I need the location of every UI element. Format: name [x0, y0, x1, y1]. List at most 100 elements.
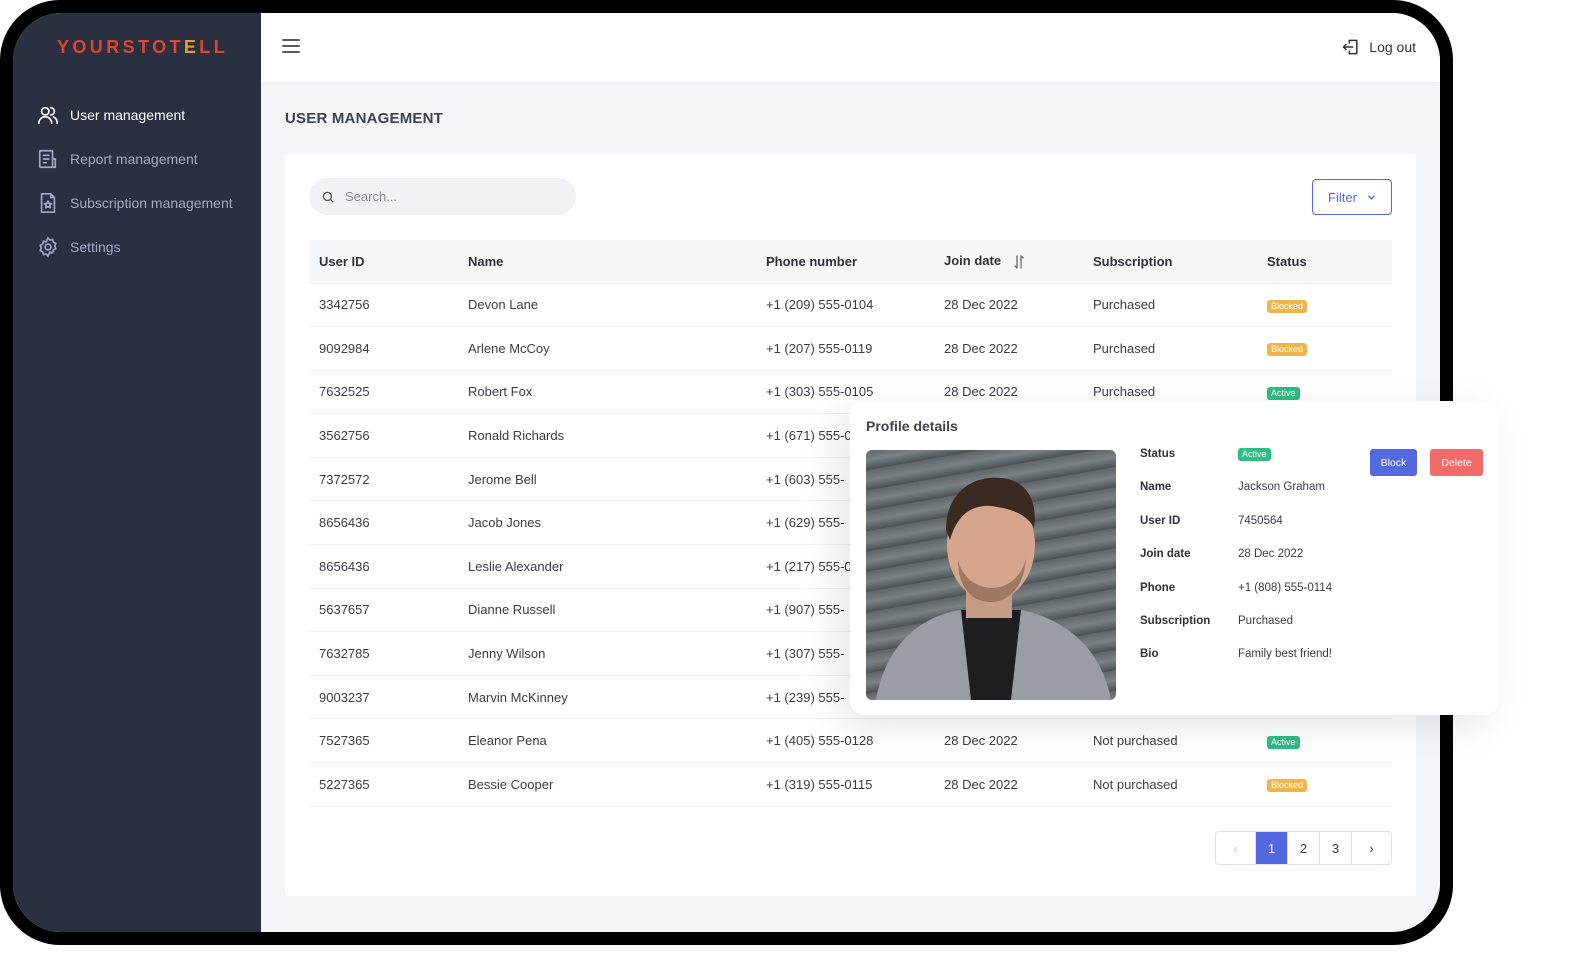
profile-photo	[866, 450, 1116, 700]
person-photo-icon	[876, 477, 1111, 700]
profile-title: Profile details	[866, 418, 958, 434]
cell-name: Jacob Jones	[458, 500, 756, 545]
next-page-button[interactable]: ›	[1352, 832, 1391, 864]
prev-page-button[interactable]: ‹	[1216, 832, 1256, 864]
sidebar-item-label: Subscription management	[70, 195, 233, 211]
search-box	[309, 178, 576, 215]
profile-field-subscription: Subscription Purchased	[1140, 614, 1293, 627]
cell-user-id: 3562756	[309, 413, 458, 458]
sidebar-item-settings[interactable]: Settings	[37, 225, 261, 269]
cell-subscription: Purchased	[1083, 326, 1257, 371]
cell-phone: +1 (207) 555-0119	[756, 326, 934, 371]
header-phone: Phone number	[756, 240, 934, 283]
page-1-button[interactable]: 1	[1256, 832, 1288, 864]
cell-subscription: Purchased	[1083, 282, 1257, 327]
header-join-date[interactable]: Join date	[934, 240, 1083, 283]
delete-button[interactable]: Delete	[1430, 449, 1483, 476]
header-user-id: User ID	[309, 240, 458, 283]
report-icon	[37, 148, 59, 170]
table-header-row: User ID Name Phone number Join date Subs…	[309, 240, 1392, 283]
cell-user-id: 8656436	[309, 500, 458, 545]
sidebar-nav: User management Report management Subscr…	[37, 93, 261, 269]
sidebar-item-label: Settings	[70, 239, 121, 255]
cell-user-id: 7632785	[309, 631, 458, 676]
profile-field-status: Status Active	[1140, 448, 1332, 481]
cell-phone: +1 (319) 555-0115	[756, 762, 934, 807]
cell-phone: +1 (209) 555-0104	[756, 282, 934, 327]
cell-status: Blocked	[1257, 762, 1392, 807]
cell-name: Eleanor Pena	[458, 718, 756, 763]
profile-details-popup: Profile details Status Active Name Jacks…	[850, 401, 1498, 715]
cell-user-id: 7527365	[309, 718, 458, 763]
cell-user-id: 9003237	[309, 674, 458, 719]
cell-join-date: 28 Dec 2022	[934, 282, 1083, 327]
gear-icon	[37, 236, 59, 258]
logout-button[interactable]: Log out	[1341, 37, 1416, 57]
cell-status: Blocked	[1257, 326, 1392, 371]
cell-subscription: Not purchased	[1083, 762, 1257, 807]
sidebar: YOURSTOTELL User management Report manag…	[13, 13, 261, 932]
cell-status: Active	[1257, 718, 1392, 763]
profile-field-name: Name Jackson Graham	[1140, 481, 1325, 494]
page-3-button[interactable]: 3	[1320, 832, 1352, 864]
users-icon	[37, 104, 59, 126]
cell-user-id: 7632525	[309, 369, 458, 414]
cell-join-date: 28 Dec 2022	[934, 326, 1083, 371]
logout-label: Log out	[1369, 39, 1416, 55]
search-input[interactable]	[345, 189, 545, 204]
header-subscription: Subscription	[1083, 240, 1257, 283]
cell-user-id: 8656436	[309, 544, 458, 589]
cell-name: Arlene McCoy	[458, 326, 756, 371]
table-row[interactable]: 9092984 Arlene McCoy +1 (207) 555-0119 28 D…	[309, 326, 1392, 371]
cell-name: Marvin McKinney	[458, 674, 756, 719]
filter-label: Filter	[1328, 189, 1357, 205]
page-title: USER MANAGEMENT	[285, 110, 444, 127]
cell-status: Blocked	[1257, 282, 1392, 327]
cell-name: Dianne Russell	[458, 587, 756, 632]
cell-name: Robert Fox	[458, 369, 756, 414]
sidebar-item-report-management[interactable]: Report management	[37, 137, 261, 181]
status-badge: Blocked	[1267, 779, 1308, 793]
cell-join-date: 28 Dec 2022	[934, 718, 1083, 763]
cell-name: Jerome Bell	[458, 456, 756, 501]
table-row[interactable]: 5227365 Bessie Cooper +1 (319) 555-0115 28 …	[309, 762, 1392, 807]
cell-name: Leslie Alexander	[458, 544, 756, 589]
filter-button[interactable]: Filter	[1312, 179, 1392, 215]
sidebar-item-user-management[interactable]: User management	[37, 93, 261, 137]
status-badge: Active	[1267, 386, 1300, 400]
subscription-icon	[37, 192, 59, 214]
table-row[interactable]: 3342756 Devon Lane +1 (209) 555-0104 28 Dec…	[309, 282, 1392, 327]
table-row[interactable]: 7527365 Eleanor Pena +1 (405) 555-0128 28 D…	[309, 718, 1392, 763]
cell-user-id: 3342756	[309, 282, 458, 327]
header-status: Status	[1257, 240, 1392, 283]
logout-icon	[1343, 39, 1358, 55]
block-button[interactable]: Block	[1370, 449, 1417, 476]
cell-name: Ronald Richards	[458, 413, 756, 458]
cell-subscription: Not purchased	[1083, 718, 1257, 763]
topbar: Log out	[261, 13, 1440, 82]
status-badge: Blocked	[1267, 299, 1308, 313]
cell-name: Devon Lane	[458, 282, 756, 327]
logo: YOURSTOTELL	[57, 37, 229, 57]
hamburger-icon[interactable]	[282, 39, 300, 55]
cell-phone: +1 (405) 555-0128	[756, 718, 934, 763]
sidebar-item-label: User management	[70, 107, 186, 123]
search-icon	[322, 191, 334, 202]
profile-field-bio: Bio Family best friend!	[1140, 648, 1332, 661]
status-badge: Active	[1267, 735, 1300, 749]
sidebar-item-subscription-management[interactable]: Subscription management	[37, 181, 261, 225]
profile-fields: Status Active Name Jackson Graham User I…	[1140, 448, 1332, 682]
profile-field-user-id: User ID 7450564	[1140, 514, 1283, 527]
pagination: ‹ 1 2 3 ›	[1215, 831, 1392, 865]
page-2-button[interactable]: 2	[1288, 832, 1320, 864]
sort-icon[interactable]	[1013, 255, 1025, 269]
cell-name: Jenny Wilson	[458, 631, 756, 676]
cell-user-id: 5227365	[309, 762, 458, 807]
cell-name: Bessie Cooper	[458, 762, 756, 807]
profile-field-phone: Phone +1 (808) 555-0114	[1140, 581, 1333, 594]
cell-join-date: 28 Dec 2022	[934, 762, 1083, 807]
cell-user-id: 9092984	[309, 326, 458, 371]
profile-field-join-date: Join date 28 Dec 2022	[1140, 548, 1304, 561]
header-name: Name	[458, 240, 756, 283]
cell-user-id: 5637657	[309, 587, 458, 632]
